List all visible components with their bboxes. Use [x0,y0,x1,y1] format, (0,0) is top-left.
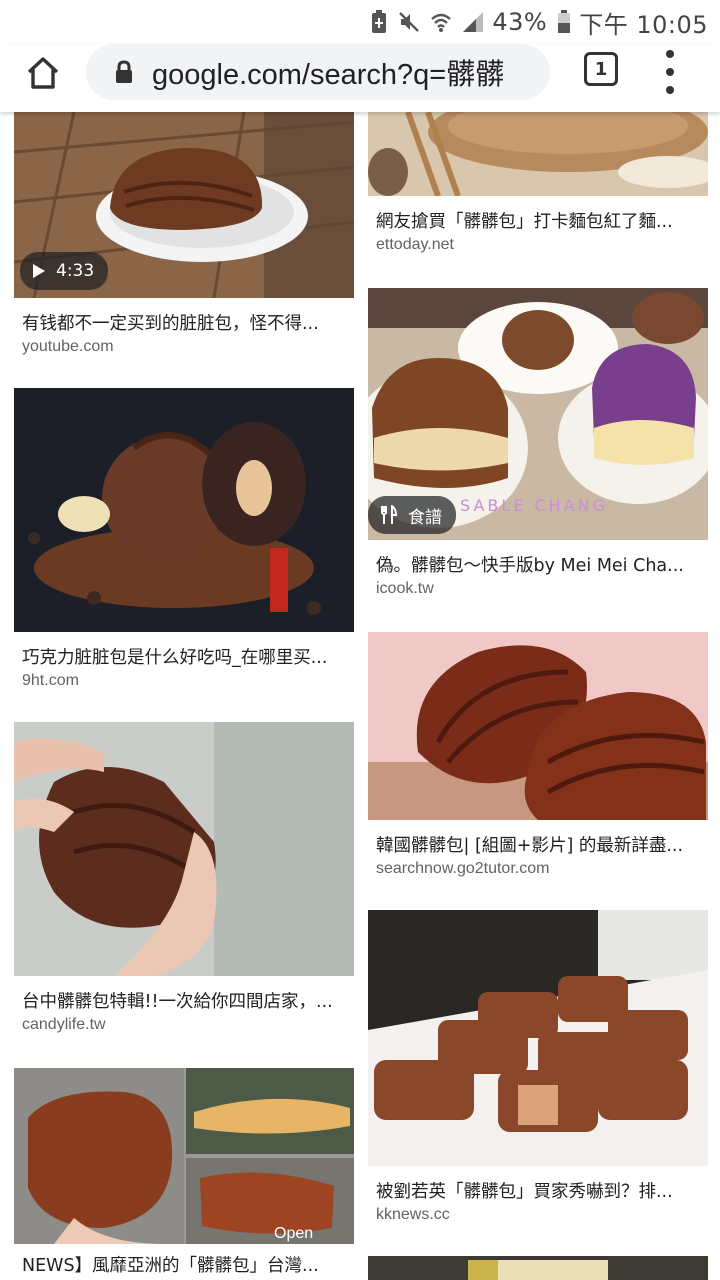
result-title[interactable]: 韓國髒髒包| [組圖+影片] 的最新詳盡... [376,832,708,857]
url-text[interactable]: google.com/search?q=髒髒 [152,51,504,93]
battery-icon [557,10,571,34]
result-title[interactable]: 被劉若英「髒髒包」買家秀嚇到？排... [376,1178,708,1203]
home-icon [27,57,59,89]
tab-count: 1 [594,58,608,80]
image-result-card[interactable]: 巧克力脏脏包是什么好吃吗_在哪里买... 9ht.com [14,388,354,689]
fork-knife-icon [380,505,398,525]
result-thumbnail[interactable] [368,1256,708,1280]
clock: 下午 10:05 [579,10,708,39]
home-button[interactable] [22,52,64,94]
omnibox[interactable]: google.com/search?q=髒髒 [86,44,550,100]
result-title[interactable]: 巧克力脏脏包是什么好吃吗_在哪里买... [22,644,354,669]
browser-toolbar: google.com/search?q=髒髒 1 [0,44,720,112]
image-result-card[interactable]: 4:33 有钱都不一定买到的脏脏包，怪不得... youtube.com [14,112,354,362]
result-thumbnail[interactable] [368,910,708,1166]
recipe-badge: 食譜 [368,496,456,534]
battery-percent: 43% [492,8,548,36]
signal-icon [462,11,484,33]
menu-dot-icon [666,86,674,94]
mute-icon [398,11,420,33]
video-duration-badge: 4:33 [20,252,109,290]
result-domain: kknews.cc [376,1206,450,1223]
result-domain: icook.tw [376,580,434,597]
result-thumbnail[interactable] [368,632,708,820]
battery-saver-icon [370,10,388,34]
result-domain: 9ht.com [22,672,79,689]
result-title[interactable]: NEWS】風靡亞洲的「髒髒包」台灣... [22,1252,354,1277]
image-result-card[interactable]: 網友搶買「髒髒包」打卡麵包紅了麵... ettoday.net [368,112,708,258]
menu-dot-icon [666,68,674,76]
image-result-card[interactable] [368,1256,708,1280]
image-results-grid: 4:33 有钱都不一定买到的脏脏包，怪不得... youtube.com 巧克力… [0,112,720,1280]
result-thumbnail[interactable] [368,112,708,196]
menu-dot-icon [666,50,674,58]
result-domain: candylife.tw [22,1016,106,1033]
svg-text:Open: Open [274,1225,313,1242]
recipe-badge-label: 食譜 [408,507,442,528]
video-duration: 4:33 [56,261,95,281]
tab-switcher-button[interactable]: 1 [584,52,618,86]
result-title[interactable]: 有钱都不一定买到的脏脏包，怪不得... [22,310,354,335]
result-title[interactable]: 偽。髒髒包～快手版by Mei Mei Cha... [376,552,708,577]
image-result-card[interactable]: 被劉若英「髒髒包」買家秀嚇到？排... kknews.cc [368,910,708,1226]
result-title[interactable]: 網友搶買「髒髒包」打卡麵包紅了麵... [376,208,708,233]
overflow-menu-button[interactable] [658,50,682,94]
result-domain: ettoday.net [376,236,454,253]
status-bar: 43% 下午 10:05 [0,0,720,44]
image-result-card[interactable]: 韓國髒髒包| [組圖+影片] 的最新詳盡... searchnow.go2tut… [368,632,708,894]
image-result-card[interactable]: Open NEWS】風靡亞洲的「髒髒包」台灣... [14,1068,354,1280]
play-icon [32,263,46,279]
image-result-card[interactable]: SABLE CHANG 食譜 偽。髒髒包～快手版by Mei Mei Cha..… [368,288,708,600]
result-thumbnail[interactable] [14,722,354,976]
result-thumbnail[interactable]: SABLE CHANG 食譜 [368,288,708,540]
lock-icon [114,60,134,84]
result-thumbnail[interactable]: 4:33 [14,112,354,298]
image-result-card[interactable]: 台中髒髒包特輯!!一次給你四間店家，... candylife.tw [14,722,354,1033]
result-thumbnail[interactable] [14,388,354,632]
result-domain: youtube.com [22,338,114,355]
result-domain: searchnow.go2tutor.com [376,860,550,877]
wifi-icon [430,11,452,33]
result-title[interactable]: 台中髒髒包特輯!!一次給你四間店家，... [22,988,354,1013]
result-thumbnail[interactable]: Open [14,1068,354,1244]
image-watermark: SABLE CHANG [460,496,608,515]
